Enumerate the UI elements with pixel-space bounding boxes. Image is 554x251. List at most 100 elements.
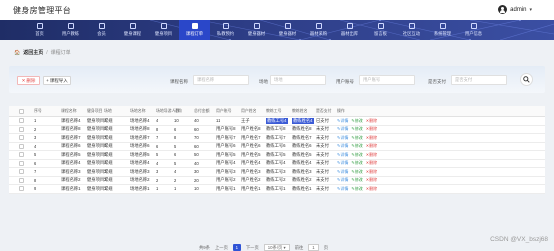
table-row[interactable]: 5 课程名称5 健身项目5 常规 场地名称5 5 6 50 用户账号5 用户姓名5 教练工号5 教练姓… [9,151,545,160]
column-header[interactable]: 用户姓名 [241,106,257,116]
nav-item-label: 健身项目 [154,30,173,36]
column-header[interactable]: 总付金额 [194,106,210,116]
delete-link[interactable]: ✕删除 [366,143,377,149]
nav-item-14[interactable]: 用户信息 [458,20,489,40]
edit-link[interactable]: ✎修改 [351,160,362,166]
nav-item-8[interactable]: 健身器材 [272,20,303,40]
detail-link[interactable]: ✎详情 [337,126,348,132]
row-checkbox[interactable] [19,186,24,192]
delete-link[interactable]: ✕删除 [366,126,377,132]
nav-item-7[interactable]: 健身器材 [241,20,272,40]
column-header[interactable]: 课程名称 [61,106,77,116]
is-paid-input[interactable]: 是否支付 [451,75,507,85]
nav-item-3[interactable]: 健身课程 [117,20,148,40]
delete-button[interactable]: ✕ 删除 [17,76,40,85]
nav-item-12[interactable]: 社区互动 [396,20,427,40]
nav-item-6[interactable]: 私教预约 [210,20,241,40]
detail-link[interactable]: ✎详情 [337,160,348,166]
nav-item-13[interactable]: 系统管理 [427,20,458,40]
detail-link[interactable]: ✎详情 [337,143,348,149]
table-row[interactable]: 3 课程名称7 健身项目7 常规 场地名称7 7 8 70 用户账号7 用户姓名7 教练工号7 教练姓… [9,134,545,143]
column-header[interactable]: 序号 [34,106,42,116]
user-menu[interactable]: admin ▾ [498,5,532,14]
pager-next[interactable]: 下一页 [246,245,259,251]
table-row[interactable]: 6 课程名称4 健身项目4 常规 场地名称4 4 5 40 用户账号4 用户姓名4 教练工号4 教练姓… [9,160,545,168]
page-size-select[interactable]: 10条/页 ▾ [263,244,290,251]
nav-item-0[interactable]: 首页 [24,20,55,40]
delete-link[interactable]: ✕删除 [366,152,377,158]
delete-link[interactable]: ✕删除 [366,186,377,192]
edit-link[interactable]: ✎修改 [351,186,362,192]
detail-link-label: 详情 [340,160,349,166]
detail-link[interactable]: ✎详情 [337,177,348,183]
detail-link[interactable]: ✎详情 [337,135,348,141]
edit-link[interactable]: ✎修改 [351,143,362,149]
table-row[interactable]: 9 课程名称1 健身项目1 常规 场地名称1 1 1 10 用户账号1 用户姓名1 教练工号1 教练姓… [9,185,545,194]
column-header[interactable]: 教练姓名 [292,106,308,116]
import-button[interactable]: + 课程导入 [43,76,71,85]
select-all-checkbox[interactable] [19,108,24,114]
column-header[interactable]: 是否支付 [316,106,332,116]
column-header[interactable]: 用户账号 [216,106,232,116]
detail-link[interactable]: ✎详情 [337,186,348,192]
row-checkbox[interactable] [19,143,24,149]
nav-item-4[interactable]: 健身项目 [148,20,179,40]
column-header[interactable]: 场地 [104,106,112,116]
edit-link[interactable]: ✎修改 [351,177,362,183]
table-cell: 用户姓名3 [241,168,261,176]
table-row[interactable]: 8 课程名称2 健身项目2 常规 场地名称2 2 2 20 用户账号2 用户姓名2 教练工号2 教练姓… [9,177,545,185]
row-checkbox[interactable] [19,126,24,132]
user-account-input[interactable]: 用户账号 [359,75,415,85]
pager-goto-input[interactable]: 1 [308,244,319,251]
column-header[interactable]: 健身项目 [87,106,103,116]
detail-link[interactable]: ✎详情 [337,169,348,175]
username[interactable]: admin [510,7,526,13]
row-checkbox[interactable] [19,169,24,175]
row-checkbox[interactable] [19,177,24,183]
pagination: 共9条 上一页 1 下一页 10条/页 ▾ 前往 1 页 [199,244,328,251]
edit-link[interactable]: ✎修改 [351,152,362,158]
home-icon[interactable]: 🏠 [14,50,20,56]
venue-input[interactable]: 场地 [270,75,326,85]
nav-item-2[interactable]: 会员 [86,20,117,40]
edit-link[interactable]: ✎修改 [351,169,362,175]
breadcrumb-home[interactable]: 返回主页 [23,49,43,56]
cell-value: 课程名称2 [61,177,81,183]
table-row[interactable]: 1 课程名称4 健身项目4 常规 场地名称4 4 10 40 11 王子 教练工号4 教练姓名4 已支付… [9,117,545,126]
column-header[interactable]: 订购 [174,106,182,116]
main-nav: 首页 用户教练 会员 健身课程 健身项目 课程订单 私教预约 健身器材 健身器材 器材采购 器材出库… [0,20,554,40]
course-name-input[interactable]: 课程名称 [193,75,249,85]
table-cell: 课程名称2 [61,177,81,185]
edit-link[interactable]: ✎修改 [351,135,362,141]
chevron-down-icon[interactable]: ▾ [529,7,532,13]
table-row[interactable]: 2 课程名称8 健身项目8 常规 场地名称8 8 6 60 用户账号8 用户姓名8 教练工号8 教练姓… [9,126,545,134]
pager-current-page[interactable]: 1 [232,244,241,251]
user-avatar-icon[interactable] [498,5,508,14]
table-row[interactable]: 7 课程名称3 健身项目3 常规 场地名称3 3 4 30 用户账号3 用户姓名3 教练工号3 教练姓… [9,168,545,177]
nav-item-5[interactable]: 课程订单 [179,20,210,40]
edit-link[interactable]: ✎修改 [351,126,362,132]
pager-prev[interactable]: 上一页 [215,245,228,251]
search-button[interactable] [520,73,533,86]
detail-link[interactable]: ✎详情 [337,118,348,124]
delete-link[interactable]: ✕删除 [366,135,377,141]
cell-value: 4 [174,169,177,175]
detail-link[interactable]: ✎详情 [337,152,348,158]
delete-link[interactable]: ✕删除 [366,118,377,124]
row-checkbox[interactable] [19,160,24,166]
nav-item-10[interactable]: 器材出库 [334,20,365,40]
row-checkbox[interactable] [19,118,24,124]
column-header[interactable]: 教练工号 [266,106,282,116]
nav-item-9[interactable]: 器材采购 [303,20,334,40]
row-checkbox[interactable] [19,135,24,141]
table-row[interactable]: 4 课程名称6 健身项目6 常规 场地名称6 6 5 60 用户账号6 用户姓名6 教练工号6 教练姓… [9,143,545,151]
column-header[interactable]: 操作 [337,106,345,116]
nav-item-1[interactable]: 用户教练 [55,20,86,40]
delete-link[interactable]: ✕删除 [366,169,377,175]
edit-link[interactable]: ✎修改 [351,118,362,124]
row-checkbox[interactable] [19,152,24,158]
column-header[interactable]: 场地名称 [130,106,146,116]
delete-link[interactable]: ✕删除 [366,160,377,166]
nav-item-11[interactable]: 留言板 [365,20,396,40]
delete-link[interactable]: ✕删除 [366,177,377,183]
